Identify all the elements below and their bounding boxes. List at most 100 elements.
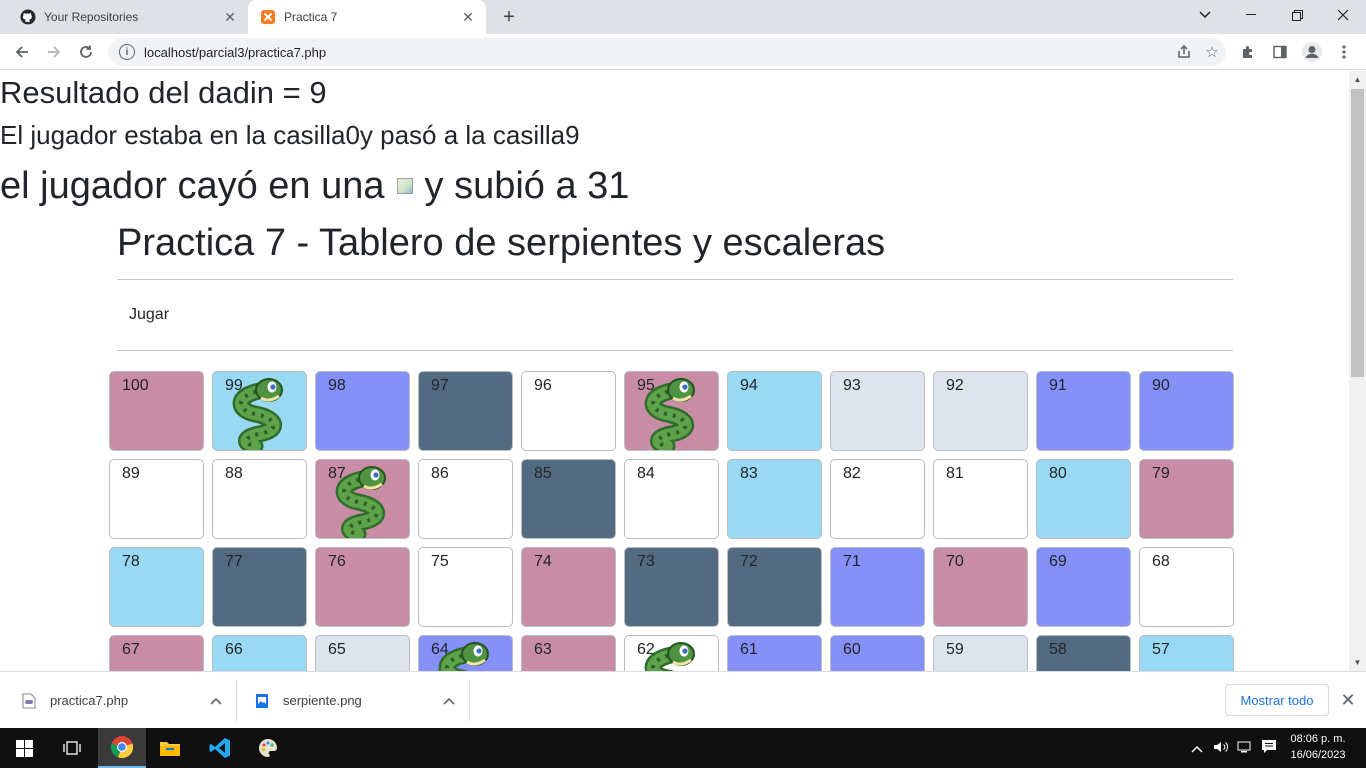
scroll-up-icon[interactable]: ▲ [1349,71,1366,88]
dice-result-heading: Resultado del dadin = 9 [0,75,327,110]
board-cell: 88 [212,459,307,539]
profile-avatar-icon[interactable] [1298,38,1326,66]
chrome-taskbar-icon[interactable] [98,728,146,768]
volume-icon[interactable] [1209,740,1233,757]
notifications-icon[interactable] [1257,739,1281,757]
cell-number: 59 [946,641,964,658]
board-cell: 72 [727,547,822,627]
taskbar-clock[interactable]: 08:06 p. m. 16/06/2023 [1285,731,1351,763]
minimize-icon[interactable] [1228,0,1274,30]
board-cell: 58 [1036,635,1131,671]
cell-number: 67 [122,641,140,658]
address-bar[interactable]: i localhost/parcial3/practica7.php ☆ [108,38,1226,66]
tab-strip: Your Repositories ✕ Practica 7 ✕ + [0,0,1366,34]
cell-number: 83 [740,465,758,482]
url-text[interactable]: localhost/parcial3/practica7.php [144,45,1170,60]
download-filename: serpiente.png [283,693,362,708]
tab-your-repositories[interactable]: Your Repositories ✕ [8,0,248,34]
divider [117,279,1233,280]
cell-number: 80 [1049,465,1067,482]
vscode-icon[interactable] [196,728,244,768]
network-icon[interactable] [1233,740,1257,757]
chevron-up-icon[interactable] [210,694,222,708]
close-tab-icon[interactable]: ✕ [458,7,478,27]
cell-number: 76 [328,553,346,570]
cell-number: 90 [1152,377,1170,394]
bookmark-star-icon[interactable]: ☆ [1198,38,1226,66]
paint-icon[interactable] [244,728,292,768]
more-menu-icon[interactable] [1330,38,1358,66]
cell-number: 69 [1049,553,1067,570]
board-cell: 67 [109,635,204,671]
page-scrollbar[interactable]: ▲ ▼ [1349,71,1366,671]
cell-number: 70 [946,553,964,570]
cell-number: 79 [1152,465,1170,482]
forward-arrow-icon[interactable] [40,38,68,66]
cell-number: 93 [843,377,861,394]
restore-icon[interactable] [1274,0,1320,30]
board-cell: 82 [830,459,925,539]
new-tab-button[interactable]: + [496,5,522,29]
close-tab-icon[interactable]: ✕ [220,7,240,27]
cell-number: 71 [843,553,861,570]
broken-image-icon [396,178,413,194]
page-title: Practica 7 - Tablero de serpientes y esc… [117,222,886,264]
cell-number: 77 [225,553,243,570]
tray-expand-chevron-icon[interactable] [1189,741,1205,756]
board-cell: 76 [315,547,410,627]
board-cell: 70 [933,547,1028,627]
tab-search-chevron-icon[interactable] [1182,0,1228,30]
scrollbar-thumb[interactable] [1351,89,1364,377]
cell-number: 82 [843,465,861,482]
windows-taskbar: 08:06 p. m. 16/06/2023 [0,728,1366,768]
board-cell: 60 [830,635,925,671]
board-cell: 87 [315,459,410,539]
windows-start-icon[interactable] [0,728,48,768]
board-cell: 95 [624,371,719,451]
board-cell: 73 [624,547,719,627]
scroll-down-icon[interactable]: ▼ [1349,654,1366,671]
board-cell: 71 [830,547,925,627]
close-window-icon[interactable] [1320,0,1366,30]
cell-number: 98 [328,377,346,394]
event-prefix: el jugador cayó en una [0,165,385,207]
side-panel-icon[interactable] [1266,38,1294,66]
site-info-icon[interactable]: i [119,44,135,60]
extensions-icon[interactable] [1234,38,1262,66]
chevron-up-icon[interactable] [443,694,455,708]
cell-number: 84 [637,465,655,482]
reload-icon[interactable] [72,38,100,66]
play-button[interactable]: Jugar [117,300,181,330]
download-item[interactable]: practica7.php [0,672,236,729]
download-item[interactable]: serpiente.png [237,672,469,729]
snake-icon [637,376,705,450]
xampp-icon [260,9,276,25]
board-cell: 64 [418,635,513,671]
clock-date: 16/06/2023 [1290,749,1346,761]
tab-practica-7[interactable]: Practica 7 ✕ [248,0,486,34]
board-cell: 93 [830,371,925,451]
cell-number: 75 [431,553,449,570]
event-heading: el jugador cayó en una y subió a 31 [0,163,629,209]
board-cell: 62 [624,635,719,671]
share-icon[interactable] [1170,38,1198,66]
cell-number: 60 [843,641,861,658]
close-download-bar-icon[interactable]: ✕ [1336,688,1360,712]
board-cell: 85 [521,459,616,539]
cell-number: 73 [637,553,655,570]
cell-number: 86 [431,465,449,482]
show-all-downloads-button[interactable]: Mostrar todo [1225,684,1329,716]
move-heading: El jugador estaba en la casilla0y pasó a… [0,120,580,150]
board-cell: 61 [727,635,822,671]
file-explorer-icon[interactable] [146,728,194,768]
cell-number: 58 [1049,641,1067,658]
cell-number: 72 [740,553,758,570]
cell-number: 63 [534,641,552,658]
divider [117,350,1233,351]
snake-icon [431,640,499,671]
board-cell: 59 [933,635,1028,671]
snake-icon [637,640,705,671]
board-cell: 100 [109,371,204,451]
task-view-icon[interactable] [48,728,96,768]
back-arrow-icon[interactable] [8,38,36,66]
